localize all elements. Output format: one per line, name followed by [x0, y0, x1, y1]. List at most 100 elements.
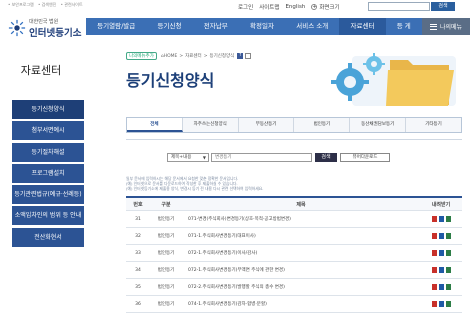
- hamburger-icon: [429, 22, 437, 31]
- sidebar-item-computerization[interactable]: 전산화현서: [12, 227, 84, 247]
- pdf-file-icon[interactable]: [431, 301, 437, 307]
- sidebar-item-program-install[interactable]: 프로그램설치: [12, 163, 84, 183]
- row-type: 법인등기: [157, 251, 175, 256]
- pdf-file-icon[interactable]: [431, 267, 437, 273]
- pdf-file-icon[interactable]: [431, 216, 437, 222]
- header-type: 구분: [161, 201, 171, 208]
- sidebar-item-procedure-guide[interactable]: 등기절차해설: [12, 142, 84, 162]
- row-number: 31: [135, 216, 141, 222]
- pdf-file-icon[interactable]: [431, 250, 437, 256]
- nav-item-service-intro[interactable]: 서비스 소개: [285, 18, 339, 35]
- table-row: 32 법인등기 071-1.주식회사변경등기(대표이사): [126, 228, 462, 245]
- doc-file-icon[interactable]: [445, 301, 451, 307]
- tab-other[interactable]: 기타등기: [406, 118, 461, 132]
- header-title: 제목: [296, 201, 306, 208]
- breadcrumb-section[interactable]: 자료센터: [185, 53, 202, 59]
- nav-item-application[interactable]: 등기신청: [146, 18, 192, 35]
- row-type: 법인등기: [157, 234, 175, 239]
- table-row: 36 법인등기 074-1.주식회사변경등기(감자·합병·분할): [126, 296, 462, 313]
- nav-item-view-issue[interactable]: 등기열람/발급: [86, 18, 146, 35]
- nav-item-board[interactable]: 등 게: [386, 18, 422, 35]
- header-number: 번호: [133, 201, 143, 208]
- download-icons: [420, 216, 462, 222]
- add-my-menu-button[interactable]: 나의메뉴추가: [126, 52, 157, 60]
- notice-line: (예) 인터넷등기소에 제출용 양식, 변경시 등기 전 내용 다시 관련 선택…: [126, 186, 264, 191]
- sidebar-item-laws[interactable]: 등기관련법규(예규·선례등): [12, 185, 84, 205]
- my-menu-button[interactable]: 나의메뉴: [422, 18, 470, 35]
- tab-corporate[interactable]: 법인등기: [294, 118, 351, 132]
- print-icon[interactable]: [245, 53, 252, 59]
- chevron-down-icon: ▼: [202, 155, 206, 160]
- table-row: 35 법인등기 072-2.주식회사변경등기(발행할 주식의 총수 변경): [126, 279, 462, 296]
- doc-file-icon[interactable]: [445, 250, 451, 256]
- hwp-file-icon[interactable]: [438, 250, 444, 256]
- keyword-input[interactable]: 변경등기: [211, 153, 312, 162]
- hwp-file-icon[interactable]: [438, 267, 444, 273]
- hwp-file-icon[interactable]: [438, 216, 444, 222]
- row-number: 35: [135, 284, 141, 290]
- nav-item-e-payment[interactable]: 전자납부: [193, 18, 239, 35]
- nav-item-fixed-date[interactable]: 확정일자: [239, 18, 285, 35]
- tab-movable-collateral[interactable]: 동산채권담보등기: [350, 118, 407, 132]
- sidebar-item-tenant-info[interactable]: 소액임차인의 범위 등 안내: [12, 206, 84, 226]
- row-type: 법인등기: [157, 217, 175, 222]
- download-icons: [420, 267, 462, 273]
- download-icons: [420, 284, 462, 290]
- row-title-link[interactable]: 072-1.주식회사변경등기(이사/감사): [182, 250, 420, 256]
- zoom-in-icon[interactable]: +: [311, 4, 318, 10]
- pdf-file-icon[interactable]: [431, 284, 437, 290]
- util-link-search-engine[interactable]: • 검색엔진: [38, 2, 56, 7]
- breadcrumb-separator: >: [203, 53, 208, 59]
- breadcrumb-separator: >: [179, 53, 184, 59]
- tab-all[interactable]: 전체: [127, 118, 183, 132]
- doc-file-icon[interactable]: [445, 284, 451, 290]
- table-row: 31 법인등기 071-변경(주식회사)변경등기(상호·목적·공고방법변경): [126, 211, 462, 228]
- doc-file-icon[interactable]: [445, 267, 451, 273]
- breadcrumb: 나의메뉴추가 ⌂ HOME > 자료센터 > 등기신청양식 f: [126, 52, 252, 60]
- row-title-link[interactable]: 072-1.주식회사변경등기(무액면 주식에 관한 변경): [182, 267, 420, 273]
- row-title-link[interactable]: 071-변경(주식회사)변경등기(상호·목적·공고방법변경): [182, 216, 420, 222]
- breadcrumb-home[interactable]: HOME: [164, 54, 178, 59]
- header-download: 내려받기: [431, 201, 451, 208]
- logo-subtitle: 대한민국 법원: [29, 18, 59, 25]
- facebook-icon[interactable]: f: [237, 53, 244, 59]
- sitemap-link[interactable]: 사이트맵: [259, 3, 279, 11]
- table-header: 번호 구분 제목 내려받기: [126, 196, 462, 211]
- site-logo[interactable]: 대한민국 법원 인터넷등기소: [8, 14, 86, 42]
- pdf-file-icon[interactable]: [431, 233, 437, 239]
- zoom-control[interactable]: + 화면크기: [311, 3, 340, 11]
- row-type: 법인등기: [157, 285, 175, 290]
- row-title-link[interactable]: 071-1.주식회사변경등기(대표이사): [182, 233, 420, 239]
- table-row: 34 법인등기 072-1.주식회사변경등기(무액면 주식에 관한 변경): [126, 262, 462, 279]
- download-icons: [420, 250, 462, 256]
- sidebar-item-application-forms[interactable]: 등기신청양식: [12, 100, 84, 119]
- row-number: 32: [135, 233, 141, 239]
- viewer-download-button[interactable]: 뷰어다운로드: [340, 153, 390, 162]
- row-type: 법인등기: [157, 268, 175, 273]
- login-link[interactable]: 로그인: [238, 3, 253, 11]
- doc-file-icon[interactable]: [445, 233, 451, 239]
- table-row: 33 법인등기 072-1.주식회사변경등기(이사/감사): [126, 245, 462, 262]
- search-field-select[interactable]: 제목+내용 ▼: [167, 153, 209, 162]
- page-title: 등기신청양식: [126, 71, 215, 90]
- main-nav: 등기열람/발급 등기신청 전자납부 확정일자 서비스 소개 자료센터 등 게: [86, 18, 422, 35]
- hwp-file-icon[interactable]: [438, 233, 444, 239]
- row-number: 33: [135, 250, 141, 256]
- tab-frequent-forms[interactable]: 자주쓰는신청양식: [183, 118, 239, 132]
- search-field-value: 제목+내용: [171, 155, 192, 160]
- sidebar-item-attachment-examples[interactable]: 첨부서면예시: [12, 121, 84, 141]
- row-title-link[interactable]: 074-1.주식회사변경등기(감자·합병·분할): [182, 301, 420, 307]
- top-search-button[interactable]: 검색: [431, 2, 455, 11]
- util-link-related[interactable]: • 관련사이트: [61, 2, 83, 7]
- english-link[interactable]: English: [285, 4, 305, 10]
- row-title-link[interactable]: 072-2.주식회사변경등기(발행할 주식의 총수 변경): [182, 284, 420, 290]
- tab-real-estate[interactable]: 부동산등기: [239, 118, 295, 132]
- search-button[interactable]: 검색: [315, 153, 337, 162]
- hwp-file-icon[interactable]: [438, 301, 444, 307]
- doc-file-icon[interactable]: [445, 216, 451, 222]
- top-search-input[interactable]: [368, 2, 430, 11]
- nav-item-data-center[interactable]: 자료센터: [339, 18, 386, 35]
- row-number: 36: [135, 301, 141, 307]
- hwp-file-icon[interactable]: [438, 284, 444, 290]
- util-link-security[interactable]: • 보안프로그램: [8, 2, 34, 7]
